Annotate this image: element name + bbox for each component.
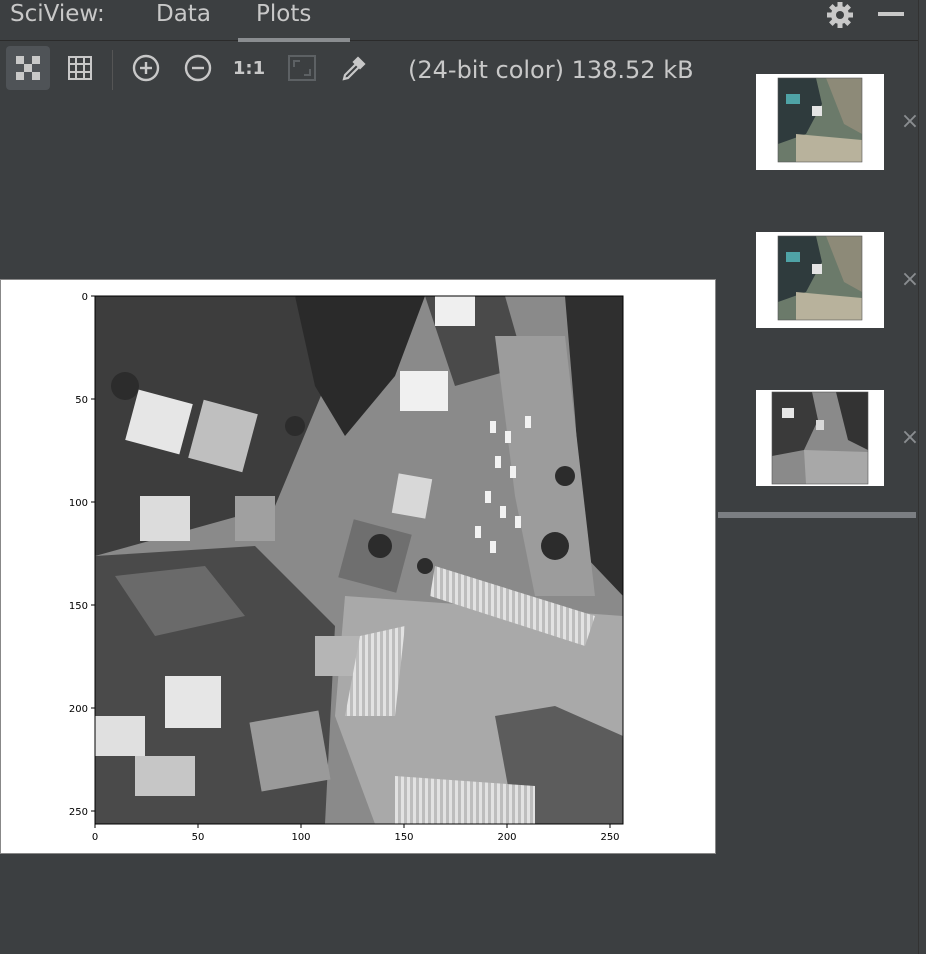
tab-data[interactable]: Data bbox=[138, 1, 229, 39]
x-tick-label: 0 bbox=[92, 832, 98, 843]
aerial-image bbox=[94, 295, 624, 825]
app-title: SciView: bbox=[10, 1, 105, 27]
panel-splitter[interactable] bbox=[718, 512, 916, 518]
y-tick-label: 200 bbox=[69, 704, 88, 715]
plot-thumbnail[interactable] bbox=[756, 74, 884, 170]
plot-view[interactable]: 0 50 100 150 200 250 0 50 100 150 200 25… bbox=[0, 279, 716, 854]
y-tick-label: 250 bbox=[69, 807, 88, 818]
x-tick-label: 50 bbox=[192, 832, 205, 843]
image-toolbar: 1:1 (24-bit color) 138.52 kB bbox=[0, 46, 740, 94]
actual-size-button[interactable]: 1:1 bbox=[227, 46, 271, 90]
checkerboard-icon[interactable] bbox=[6, 46, 50, 90]
eyedropper-icon[interactable] bbox=[332, 46, 376, 90]
close-icon[interactable]: × bbox=[900, 269, 920, 291]
grid-icon[interactable] bbox=[58, 46, 102, 90]
x-tick-label: 150 bbox=[394, 832, 413, 843]
toolbar-separator bbox=[112, 50, 113, 90]
y-tick-label: 0 bbox=[82, 292, 88, 303]
image-info-label: (24-bit color) 138.52 kB bbox=[408, 56, 694, 84]
tool-window-header: SciView: Data Plots bbox=[0, 0, 918, 42]
y-tick-label: 50 bbox=[75, 395, 88, 406]
x-tick-label: 100 bbox=[291, 832, 310, 843]
minimize-icon[interactable] bbox=[878, 12, 904, 16]
x-axis bbox=[94, 824, 611, 828]
fit-zoom-icon[interactable] bbox=[280, 46, 324, 90]
y-tick-label: 150 bbox=[69, 601, 88, 612]
x-tick-label: 250 bbox=[600, 832, 619, 843]
window-edge bbox=[918, 0, 926, 954]
y-tick-label: 100 bbox=[69, 498, 88, 509]
plot-thumbnail[interactable] bbox=[756, 390, 884, 486]
zoom-out-icon[interactable] bbox=[176, 46, 220, 90]
tab-plots[interactable]: Plots bbox=[238, 1, 350, 42]
close-icon[interactable]: × bbox=[900, 111, 920, 133]
gear-icon[interactable] bbox=[826, 1, 854, 29]
plot-figure: 0 50 100 150 200 250 0 50 100 150 200 25… bbox=[69, 292, 624, 843]
plot-thumbnail[interactable] bbox=[756, 232, 884, 328]
y-axis bbox=[91, 295, 95, 812]
plots-history-panel: × × × bbox=[718, 40, 920, 514]
close-icon[interactable]: × bbox=[900, 427, 920, 449]
x-tick-label: 200 bbox=[497, 832, 516, 843]
zoom-in-icon[interactable] bbox=[124, 46, 168, 90]
